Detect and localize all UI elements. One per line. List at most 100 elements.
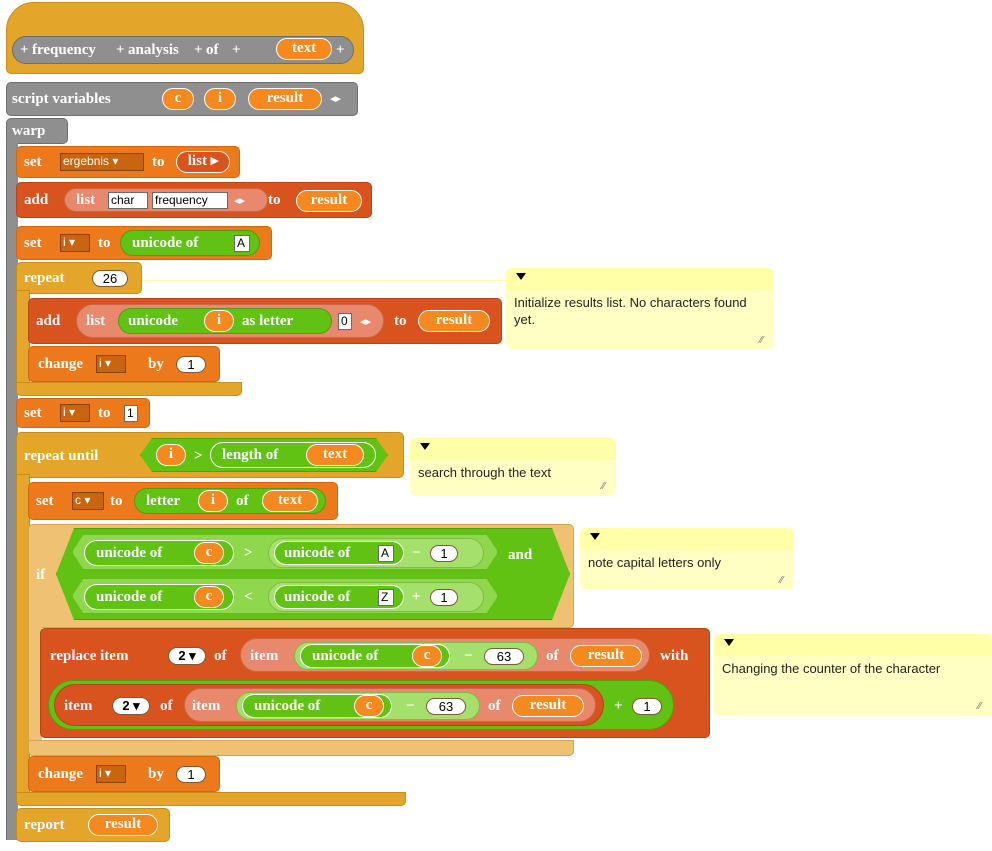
to-label: to: [268, 192, 281, 208]
op-plus: +: [412, 589, 421, 605]
with-label: with: [660, 648, 689, 664]
to-label: to: [98, 235, 111, 251]
collapse-triangle-icon[interactable]: [724, 639, 734, 646]
collapse-triangle-icon[interactable]: [516, 273, 526, 280]
repeat-26-footer: [16, 382, 242, 396]
resize-grip-icon[interactable]: ⁄⁄: [760, 336, 770, 346]
number-input-26[interactable]: 26: [92, 270, 128, 287]
index-dropdown[interactable]: 2 ▾: [112, 697, 150, 715]
op-minus: −: [406, 698, 415, 714]
unicode-of-label: unicode of: [284, 589, 351, 605]
var-dropdown-i[interactable]: i ▾: [60, 404, 90, 422]
comment-counter[interactable]: Changing the counter of the character ⁄⁄: [714, 634, 992, 716]
var-text[interactable]: text: [262, 490, 318, 512]
change-label: change: [38, 356, 83, 372]
plus-sign[interactable]: +: [194, 41, 203, 59]
var-result[interactable]: result: [418, 310, 490, 332]
text-input-A[interactable]: A: [378, 545, 394, 562]
number-input-63[interactable]: 63: [426, 698, 466, 715]
comment-header[interactable]: [580, 528, 794, 550]
collapse-triangle-icon[interactable]: [590, 533, 600, 540]
var-result[interactable]: result: [248, 88, 322, 110]
plus-sign[interactable]: +: [20, 41, 29, 59]
report-label: report: [24, 817, 65, 833]
var-i[interactable]: i: [156, 444, 186, 466]
expand-arrows-icon[interactable]: ◂▸: [330, 92, 341, 106]
var-dropdown-i[interactable]: i ▾: [96, 765, 126, 783]
comment-text[interactable]: Changing the counter of the character: [722, 660, 978, 677]
of-label: of: [214, 648, 227, 664]
comment-header[interactable]: [506, 268, 774, 290]
var-c[interactable]: c: [162, 88, 194, 110]
plus-sign[interactable]: +: [336, 41, 345, 59]
unicode-of-label: unicode of: [254, 698, 321, 714]
index-dropdown[interactable]: 2 ▾: [168, 647, 206, 665]
expand-arrows-icon[interactable]: ◂▸: [234, 194, 245, 208]
param-text[interactable]: text: [276, 38, 332, 60]
to-label: to: [110, 493, 123, 509]
number-input-1[interactable]: 1: [176, 356, 206, 373]
block-word-analysis: analysis: [128, 42, 179, 58]
var-c[interactable]: c: [354, 695, 384, 717]
comment-text[interactable]: Initialize results list. No characters f…: [514, 294, 760, 328]
warp-label: warp: [12, 123, 46, 139]
expand-arrows-icon[interactable]: ◂▸: [360, 315, 371, 329]
number-input-1[interactable]: 1: [430, 589, 458, 606]
text-input-0[interactable]: 0: [338, 313, 352, 330]
resize-grip-icon[interactable]: ⁄⁄: [780, 576, 790, 586]
item-label: item: [64, 698, 93, 714]
collapse-triangle-icon[interactable]: [420, 443, 430, 450]
var-text[interactable]: text: [306, 444, 364, 466]
var-dropdown-c[interactable]: c ▾: [72, 492, 104, 510]
comment-search[interactable]: search through the text ⁄⁄: [410, 438, 616, 496]
var-dropdown-i[interactable]: i ▾: [60, 234, 90, 252]
comment-text[interactable]: note capital letters only: [588, 554, 780, 571]
comment-text[interactable]: search through the text: [418, 464, 602, 481]
var-c[interactable]: c: [412, 645, 442, 667]
var-result[interactable]: result: [88, 814, 158, 836]
var-c[interactable]: c: [194, 542, 224, 564]
list-reporter[interactable]: list ▸: [176, 151, 230, 173]
of-label: of: [160, 698, 173, 714]
if-label: if: [36, 567, 46, 583]
number-input-1[interactable]: 1: [176, 766, 206, 783]
length-of-label: length of: [222, 447, 279, 463]
comment-connector: [142, 280, 508, 281]
comment-header[interactable]: [410, 438, 616, 460]
comment-header[interactable]: [714, 634, 992, 656]
var-dropdown-ergebnis[interactable]: ergebnis ▾: [60, 153, 144, 171]
by-label: by: [148, 356, 164, 372]
op-minus: −: [412, 545, 421, 561]
var-i[interactable]: i: [204, 310, 234, 332]
list-label: list: [86, 313, 106, 329]
number-input-63[interactable]: 63: [484, 648, 524, 665]
var-result[interactable]: result: [512, 695, 584, 717]
comment-capitals[interactable]: note capital letters only ⁄⁄: [580, 528, 794, 590]
of-label: of: [236, 493, 249, 509]
block-word-of: of: [206, 42, 219, 58]
number-input-1[interactable]: 1: [430, 545, 458, 562]
list-item-char[interactable]: char: [108, 192, 148, 209]
number-input-1[interactable]: 1: [632, 698, 662, 715]
var-result[interactable]: result: [296, 190, 362, 212]
and-label: and: [508, 547, 533, 563]
resize-grip-icon[interactable]: ⁄⁄: [978, 702, 988, 712]
repeat-label: repeat: [24, 270, 65, 286]
list-item-frequency[interactable]: frequency: [152, 192, 228, 209]
resize-grip-icon[interactable]: ⁄⁄: [602, 482, 612, 492]
text-input-A[interactable]: A: [234, 235, 250, 252]
plus-sign[interactable]: +: [232, 41, 241, 59]
add-label: add: [36, 313, 61, 329]
var-result[interactable]: result: [570, 645, 642, 667]
var-i[interactable]: i: [204, 88, 236, 110]
as-letter-label: as letter: [242, 313, 294, 329]
comment-initialize[interactable]: Initialize results list. No characters f…: [506, 268, 774, 350]
var-c[interactable]: c: [194, 586, 224, 608]
text-input-Z[interactable]: Z: [378, 589, 394, 606]
plus-sign[interactable]: +: [116, 41, 125, 59]
repeat-until-footer: [16, 792, 406, 806]
var-dropdown-i[interactable]: i ▾: [96, 355, 126, 373]
replace-item-label: replace item: [50, 648, 129, 664]
var-i[interactable]: i: [198, 490, 228, 512]
text-input-1[interactable]: 1: [124, 405, 138, 422]
